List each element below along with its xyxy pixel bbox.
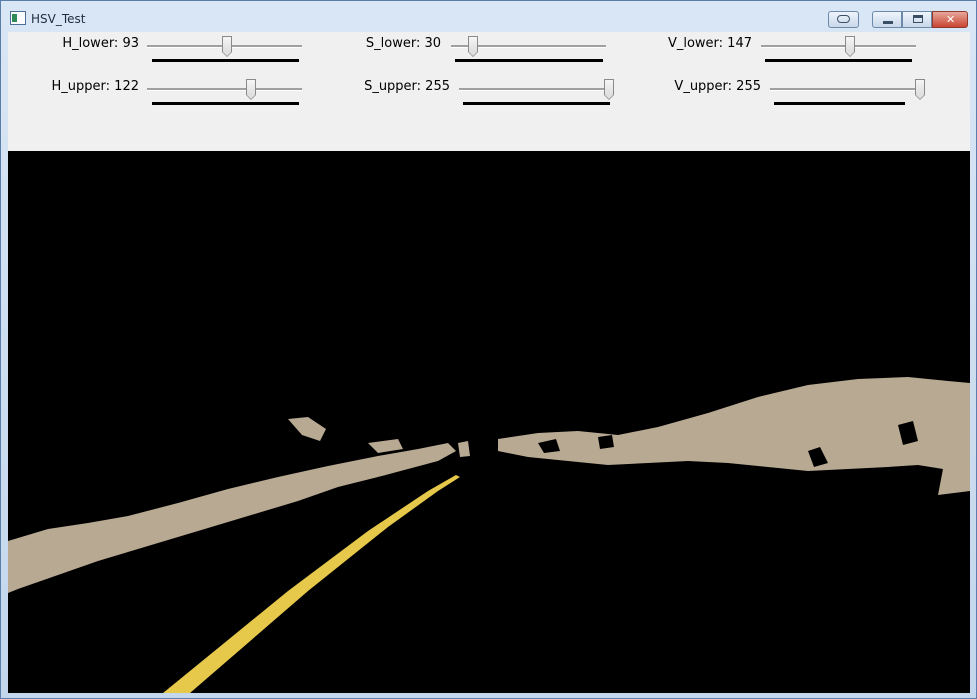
v-lower-label: V_lower: 147	[667, 36, 752, 51]
s-lower-track-bar	[455, 59, 603, 62]
window-title: HSV_Test	[31, 12, 86, 26]
v-upper-track[interactable]	[770, 88, 925, 91]
v-lower-track-bar	[765, 59, 912, 62]
close-button[interactable]: ✕	[932, 11, 968, 28]
s-upper-track[interactable]	[459, 88, 614, 91]
minimize-icon	[883, 21, 893, 24]
resize-button[interactable]	[828, 11, 859, 28]
close-icon: ✕	[946, 13, 956, 26]
hsv-mask-image	[8, 151, 970, 693]
h-upper-track[interactable]	[147, 88, 302, 91]
app-window: HSV_Test ✕ H_lower: 93 S_lower: 30 V_low…	[0, 0, 977, 699]
h-upper-track-bar	[152, 102, 299, 105]
title-bar[interactable]: HSV_Test ✕	[1, 1, 976, 31]
s-upper-track-bar	[463, 102, 610, 105]
s-lower-label: S_lower: 30	[365, 36, 441, 51]
v-lower-track[interactable]	[761, 45, 916, 48]
h-lower-slider-thumb[interactable]	[222, 36, 233, 57]
s-lower-slider-thumb[interactable]	[468, 36, 479, 57]
v-lower-slider-thumb[interactable]	[844, 36, 855, 57]
window-app-icon[interactable]	[10, 11, 26, 25]
s-upper-slider-thumb[interactable]	[604, 79, 614, 100]
h-upper-slider-thumb[interactable]	[245, 79, 256, 100]
v-upper-track-bar	[774, 102, 905, 105]
maximize-icon	[913, 15, 923, 23]
trackbar-panel: H_lower: 93 S_lower: 30 V_lower: 147 H_u…	[8, 32, 970, 151]
mask-canvas	[8, 151, 970, 693]
minimize-button[interactable]	[872, 11, 902, 28]
resize-icon	[837, 15, 850, 23]
v-upper-label: V_upper: 255	[674, 79, 761, 94]
v-upper-slider-thumb[interactable]	[915, 79, 925, 100]
h-lower-label: H_lower: 93	[62, 36, 139, 51]
maximize-button[interactable]	[902, 11, 932, 28]
h-lower-track-bar	[152, 59, 299, 62]
client-area: H_lower: 93 S_lower: 30 V_lower: 147 H_u…	[8, 32, 970, 693]
h-upper-label: H_upper: 122	[51, 79, 139, 94]
s-upper-label: S_upper: 255	[364, 79, 450, 94]
